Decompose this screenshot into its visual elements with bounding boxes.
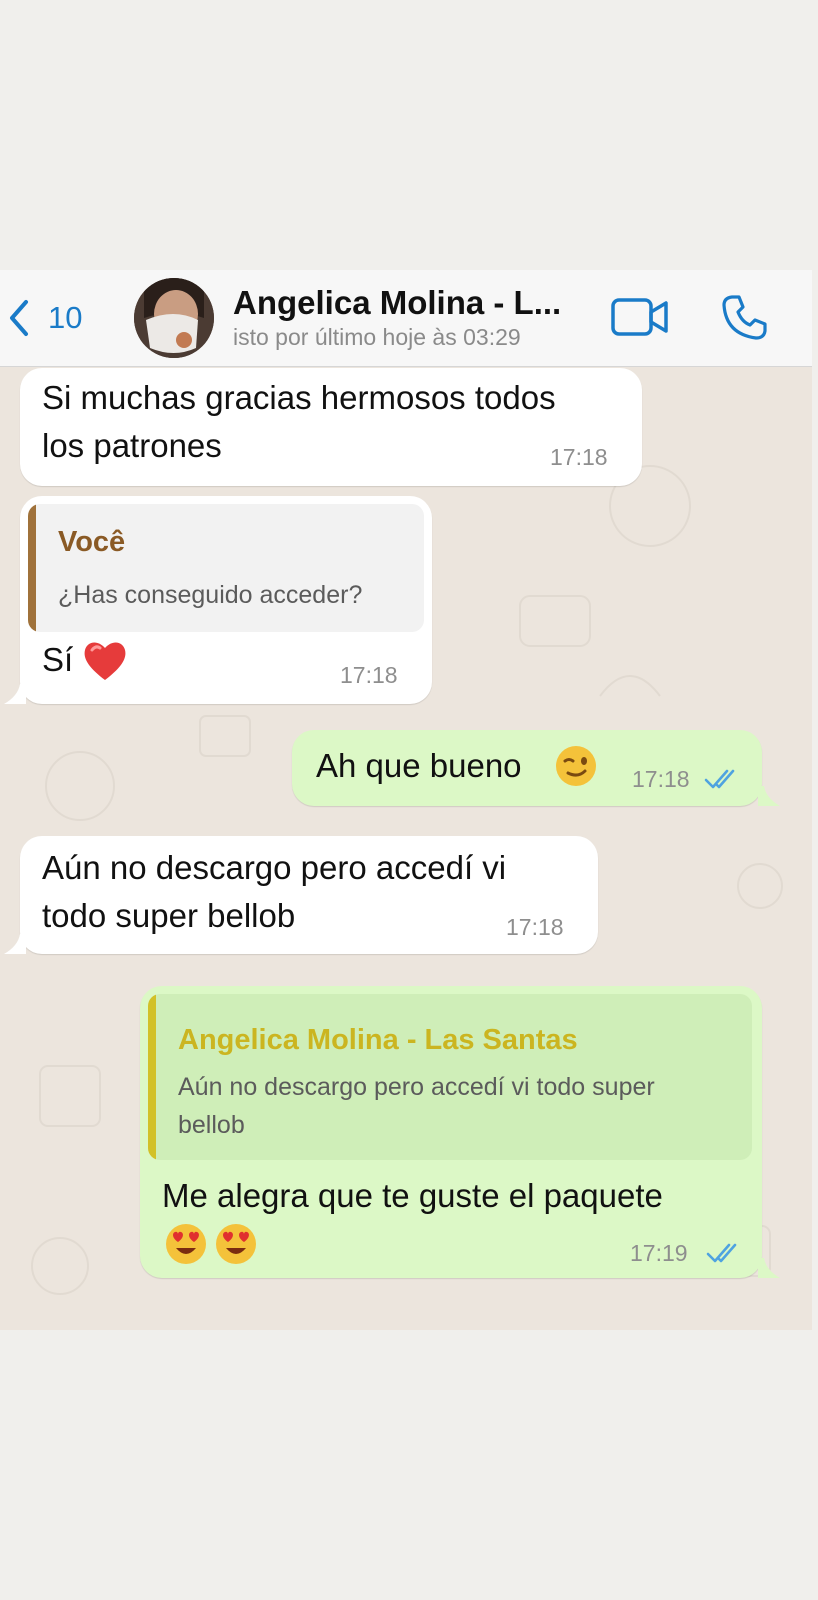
quoted-message[interactable]: Você ¿Has conseguido acceder? <box>28 504 424 632</box>
message-text: Me alegra que te guste el paquete <box>162 1177 663 1214</box>
heart-emoji <box>84 642 126 680</box>
back-button[interactable]: 10 <box>4 298 82 338</box>
message-text: Ah que bueno <box>316 747 522 784</box>
quoted-message[interactable]: Angelica Molina - Las Santas Aún no desc… <box>148 994 752 1160</box>
video-camera-icon[interactable] <box>610 296 670 338</box>
quote-text: ¿Has conseguido acceder? <box>58 581 363 609</box>
phone-icon[interactable] <box>720 292 770 342</box>
message-time: 17:18 <box>550 444 608 470</box>
quote-text: bellob <box>178 1111 245 1139</box>
quote-author: Você <box>58 526 126 558</box>
message-text: Aún no descargo pero accedí vi <box>42 849 507 886</box>
contact-name[interactable]: Angelica Molina - L... <box>233 284 561 322</box>
winking-face-emoji <box>556 746 596 786</box>
heart-eyes-emoji <box>166 1224 206 1264</box>
message-time: 17:18 <box>340 662 398 688</box>
message-bubble-outgoing[interactable]: Angelica Molina - Las Santas Aún no desc… <box>140 986 762 1278</box>
bubble-tail <box>4 934 26 954</box>
message-bubble-incoming[interactable]: Si muchas gracias hermosos todos los pat… <box>20 368 642 486</box>
message-time: 17:18 <box>506 914 564 940</box>
bubble-tail <box>758 1258 780 1278</box>
double-check-icon <box>706 1243 737 1263</box>
quote-author: Angelica Molina - Las Santas <box>178 1024 578 1056</box>
message-text: Si muchas gracias hermosos todos <box>42 379 556 416</box>
avatar[interactable] <box>134 278 214 358</box>
quote-bar <box>28 504 36 632</box>
avatar-photo <box>134 278 214 358</box>
chevron-left-icon <box>10 300 28 336</box>
chat-screen: 10 Angelica Molina - L... isto por últim… <box>0 270 812 1330</box>
unread-count: 10 <box>48 300 83 335</box>
message-bubble-incoming[interactable]: Você ¿Has conseguido acceder? Sí 17:18 <box>20 496 432 704</box>
bubble-tail <box>4 684 26 704</box>
chat-header: 10 Angelica Molina - L... isto por últim… <box>0 270 812 367</box>
message-bubble-incoming[interactable]: Aún no descargo pero accedí vi todo supe… <box>20 836 598 954</box>
message-time: 17:18 <box>632 766 690 792</box>
message-text: Sí <box>42 641 74 678</box>
message-time: 17:19 <box>630 1240 688 1266</box>
message-text: todo super bellob <box>42 897 296 934</box>
message-bubble-outgoing[interactable]: Ah que bueno 17:18 <box>292 730 762 806</box>
last-seen-status: isto por último hoje às 03:29 <box>233 324 521 350</box>
quote-bar <box>148 994 156 1160</box>
message-text: los patrones <box>42 427 222 464</box>
quote-text: Aún no descargo pero accedí vi todo supe… <box>178 1073 655 1101</box>
bubble-tail <box>758 786 780 806</box>
heart-eyes-emoji <box>216 1224 256 1264</box>
double-check-icon <box>704 769 735 789</box>
